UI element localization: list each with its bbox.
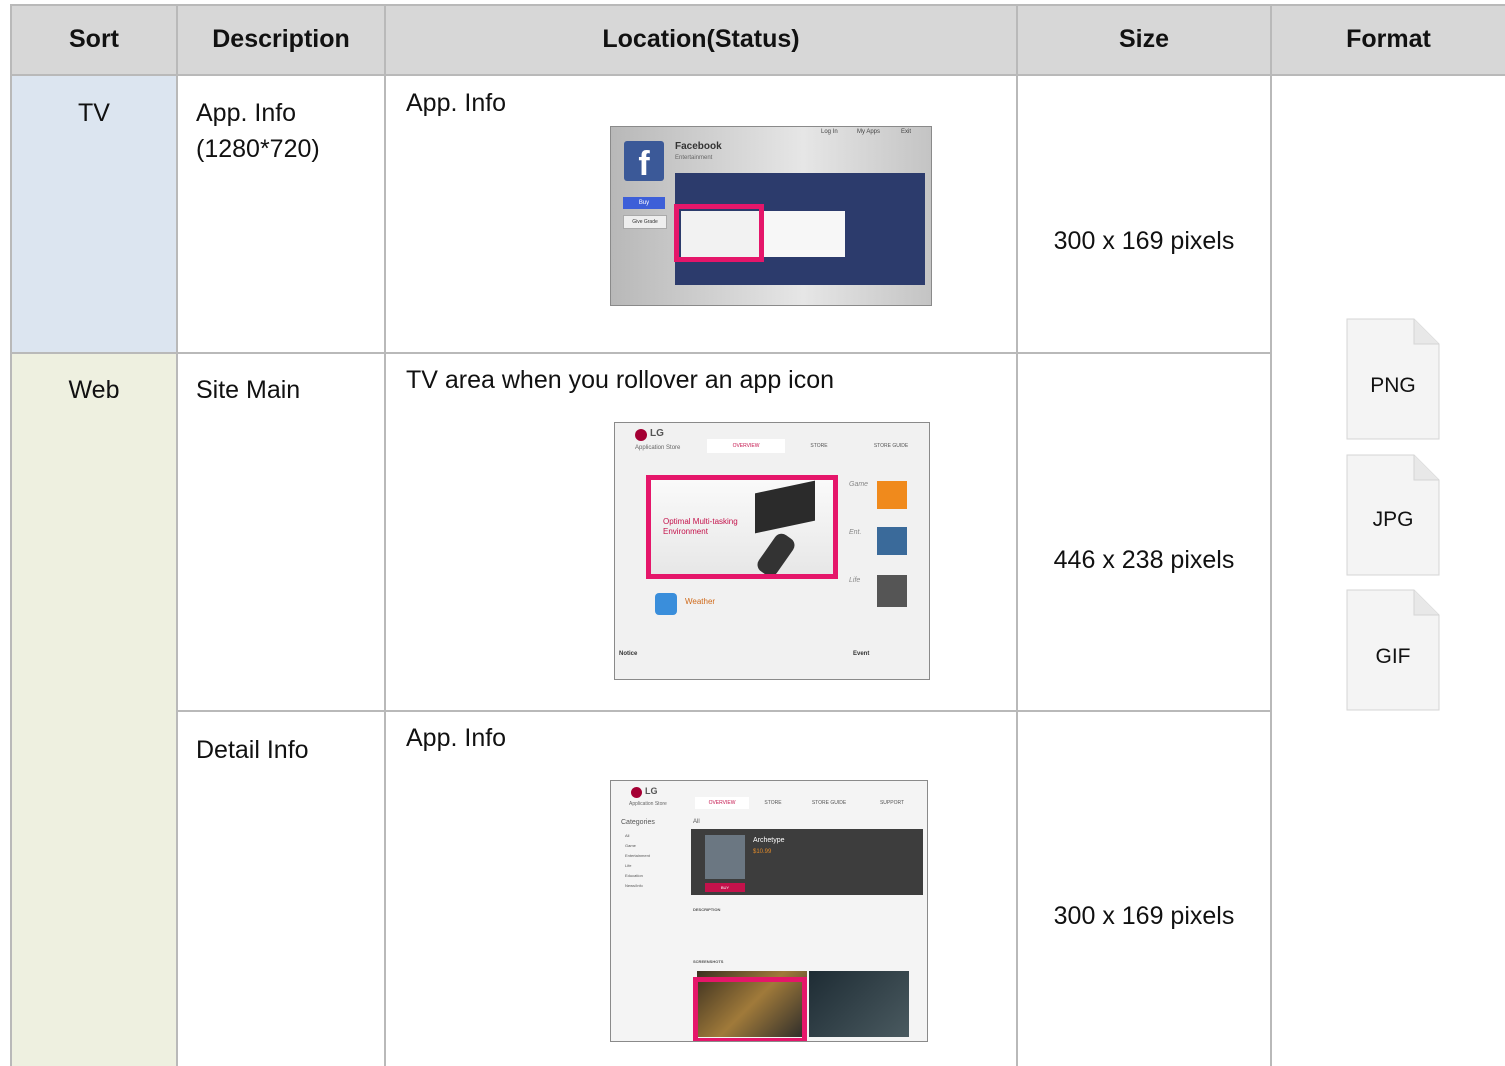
- tab-overview: OVERVIEW: [707, 439, 785, 453]
- header-format: Format: [1272, 4, 1505, 74]
- jpg-file-icon: JPG: [1346, 454, 1440, 576]
- lg-logo-icon: [631, 787, 642, 798]
- description-site-main: Site Main: [196, 376, 301, 404]
- png-file-icon: PNG: [1346, 318, 1440, 440]
- sort-tv: TV: [78, 99, 110, 127]
- brand-label: LG: [650, 428, 664, 439]
- highlight-box: [693, 977, 807, 1041]
- buy-button: BUY: [705, 883, 745, 892]
- weather-label: Weather: [685, 597, 716, 606]
- detail-info-screenshot: LG Application Store OVERVIEW STORE STOR…: [610, 780, 928, 1042]
- store-label: Application Store: [629, 801, 667, 807]
- sort-cell-web: [12, 354, 176, 1066]
- description-detail-info: Detail Info: [196, 736, 309, 764]
- category-item: Entertainment: [625, 853, 650, 858]
- app-title: Archetype: [753, 837, 785, 844]
- header-size: Size: [1018, 4, 1270, 74]
- category-item: News/Info: [625, 883, 643, 888]
- location-app-info: App. Info: [406, 89, 507, 117]
- tab-store-guide: STORE GUIDE: [873, 443, 909, 449]
- highlight-box: [646, 475, 838, 579]
- exit-link: Exit: [901, 129, 912, 135]
- category-item: All: [625, 833, 630, 838]
- format-gif: GIF: [1375, 645, 1411, 668]
- facebook-app-icon: f: [624, 141, 664, 183]
- location-site-main: TV area when you rollover an app icon: [406, 366, 835, 394]
- grid-line: [10, 74, 1505, 76]
- grid-line: [10, 4, 12, 1066]
- sort-web: Web: [68, 376, 120, 404]
- grid-line: [384, 4, 386, 1066]
- tab-store-guide: STORE GUIDE: [811, 800, 847, 806]
- format-jpg: JPG: [1372, 508, 1414, 531]
- buy-button: Buy: [623, 197, 665, 209]
- category-item: Life: [625, 863, 632, 868]
- site-main-screenshot: LG Application Store OVERVIEW STORE STOR…: [614, 422, 930, 680]
- my-apps-link: My Apps: [857, 129, 881, 135]
- description-app-info: App. Info (1280*720): [196, 99, 320, 163]
- size-detail-info: 300 x 169 pixels: [1053, 902, 1235, 930]
- grid-line: [176, 4, 178, 1066]
- store-label: Application Store: [635, 445, 681, 451]
- category-item: Education: [625, 873, 643, 878]
- event-label: Event: [853, 651, 870, 657]
- size-tv: 300 x 169 pixels: [1053, 227, 1235, 255]
- app-thumb: [877, 481, 907, 509]
- tab-overview: OVERVIEW: [695, 797, 749, 809]
- side-game: Game: [849, 481, 869, 488]
- tv-app-info-screenshot: f Facebook Entertainment Log In My Apps …: [610, 126, 932, 306]
- size-site-main: 446 x 238 pixels: [1053, 546, 1235, 574]
- category-item: Game: [625, 843, 636, 848]
- gif-file-icon: GIF: [1346, 589, 1440, 711]
- tab-support: SUPPORT: [879, 800, 905, 806]
- app-thumb: [705, 835, 745, 879]
- app-category: Entertainment: [675, 155, 713, 161]
- spec-table: Sort Description Location(Status) Size F…: [0, 0, 1505, 1066]
- screenshot-thumb: [809, 971, 909, 1037]
- app-thumb: [877, 527, 907, 555]
- all-heading: All: [693, 819, 700, 825]
- app-price: $10.99: [753, 849, 772, 855]
- side-ent: Ent.: [849, 529, 862, 536]
- screenshot-thumb: [763, 211, 845, 257]
- login-link: Log In: [821, 129, 838, 135]
- screenshots-heading: SCREENSHOTS: [693, 959, 724, 964]
- grid-line: [1270, 4, 1272, 1066]
- give-grade-button: Give Grade: [623, 215, 667, 229]
- description-heading: DESCRIPTION: [693, 907, 721, 912]
- format-png: PNG: [1370, 374, 1416, 397]
- app-thumb: [877, 575, 907, 607]
- header-sort: Sort: [12, 4, 176, 74]
- tab-store: STORE: [810, 443, 828, 449]
- side-life: Life: [849, 577, 861, 584]
- location-detail-info: App. Info: [406, 724, 507, 752]
- header-description: Description: [178, 4, 384, 74]
- brand-label: LG: [645, 786, 658, 796]
- categories-title: Categories: [621, 819, 655, 826]
- weather-icon: [655, 593, 677, 615]
- lg-logo-icon: [635, 429, 647, 441]
- tab-store: STORE: [764, 800, 782, 806]
- grid-line: [10, 352, 1272, 354]
- grid-line: [10, 4, 1505, 6]
- header-location: Location(Status): [386, 4, 1016, 74]
- highlight-box: [674, 204, 764, 262]
- notice-label: Notice: [619, 651, 638, 657]
- app-title: Facebook: [675, 141, 722, 152]
- grid-line: [176, 710, 1272, 712]
